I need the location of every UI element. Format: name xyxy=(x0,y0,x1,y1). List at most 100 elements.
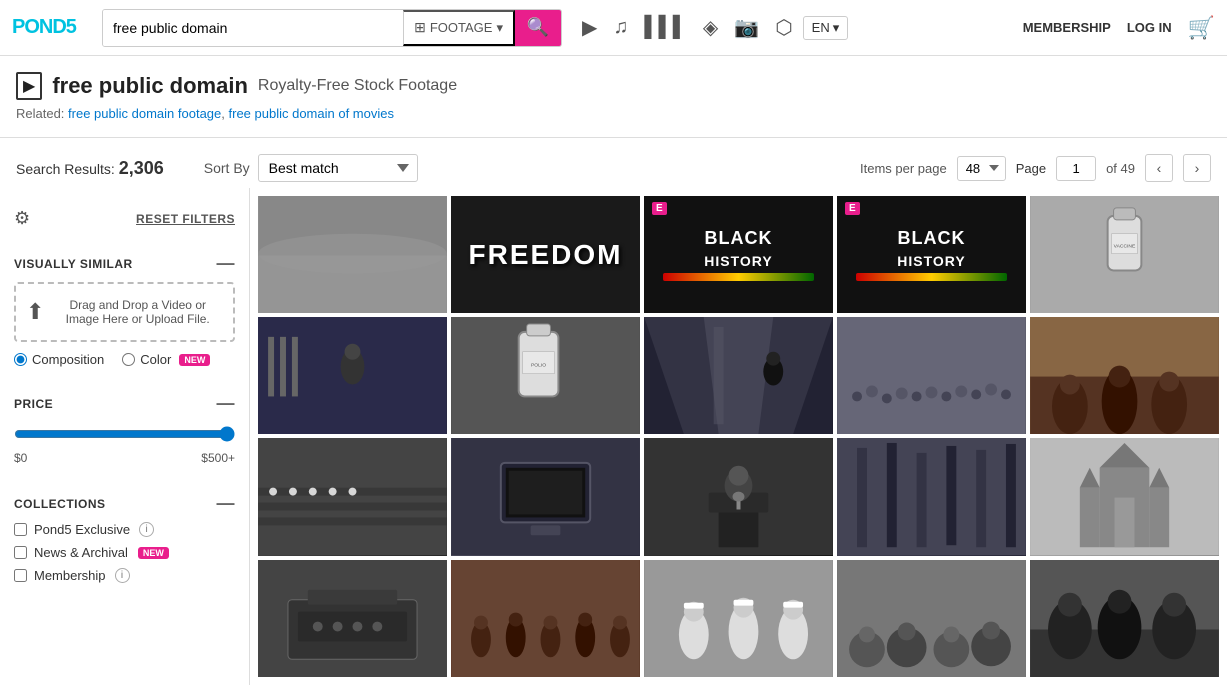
thumbnail xyxy=(644,317,833,434)
grid-item[interactable] xyxy=(644,438,833,555)
membership-button[interactable]: MEMBERSHIP xyxy=(1023,20,1111,35)
page-subtitle: Royalty-Free Stock Footage xyxy=(258,77,457,95)
grid-item[interactable]: FREEDOM xyxy=(451,196,640,313)
news-archival-new-badge: NEW xyxy=(138,547,169,559)
thumbnail xyxy=(258,196,447,313)
grid-item[interactable] xyxy=(644,560,833,677)
header-right: MEMBERSHIP LOG IN 🛒 xyxy=(1023,15,1215,41)
price-range-labels: $0 $500+ xyxy=(14,451,235,465)
audio-icon[interactable]: ▌▌▌ xyxy=(644,16,687,39)
thumbnail xyxy=(1030,317,1219,434)
thumbnail xyxy=(258,560,447,677)
price-section-title: PRICE — xyxy=(0,379,249,422)
filter-icon[interactable]: ⚙ xyxy=(14,208,30,229)
visually-similar-section: ⬆ Drag and Drop a Video or Image Here or… xyxy=(0,282,249,379)
thumbnail xyxy=(258,317,447,434)
upload-text: Drag and Drop a Video or Image Here or U… xyxy=(52,298,223,326)
collections-section: Pond5 Exclusive i News & Archival NEW Me… xyxy=(0,522,249,605)
grid-item[interactable] xyxy=(258,317,447,434)
per-page-label: Items per page xyxy=(860,161,947,176)
membership-label: Membership xyxy=(34,568,106,583)
grid-item[interactable] xyxy=(644,317,833,434)
membership-checkbox[interactable]: Membership i xyxy=(14,568,235,583)
pond5-exclusive-info[interactable]: i xyxy=(139,522,154,537)
visually-similar-section-title: VISUALLY SIMILAR — xyxy=(0,239,249,282)
price-range-slider[interactable] xyxy=(14,426,235,442)
motion-icon[interactable]: ◈ xyxy=(703,15,718,40)
grid-item[interactable] xyxy=(258,196,447,313)
reset-filters-button[interactable]: RESET FILTERS xyxy=(136,212,235,226)
pond5-exclusive-label: Pond5 Exclusive xyxy=(34,522,130,537)
thumbnail xyxy=(837,317,1026,434)
grid-item[interactable]: POLIO xyxy=(451,317,640,434)
next-page-button[interactable]: › xyxy=(1183,154,1211,182)
sort-select[interactable]: Best match Newest Oldest Most Downloaded xyxy=(258,154,418,182)
grid-item[interactable]: VACCINE xyxy=(1030,196,1219,313)
thumbnail xyxy=(1030,438,1219,555)
login-button[interactable]: LOG IN xyxy=(1127,20,1172,35)
grid-item[interactable] xyxy=(837,560,1026,677)
color-radio[interactable]: Color NEW xyxy=(122,352,210,367)
page-input[interactable] xyxy=(1056,156,1096,181)
price-label: PRICE xyxy=(14,397,53,411)
result-title: ▶ free public domain Royalty-Free Stock … xyxy=(16,72,1211,100)
header: POND5 ⊞ FOOTAGE ▾ 🔍 ▶ ♫ ▌▌▌ ◈ 📷 ⬡ EN ▾ M… xyxy=(0,0,1227,56)
search-type-chevron: ▾ xyxy=(496,20,503,36)
grid-item[interactable] xyxy=(1030,560,1219,677)
result-header: ▶ free public domain Royalty-Free Stock … xyxy=(0,56,1227,127)
sort-label: Sort By xyxy=(204,160,250,176)
thumbnail xyxy=(451,560,640,677)
visually-similar-toggle[interactable]: — xyxy=(217,253,236,274)
related-link-movies[interactable]: free public domain of movies xyxy=(229,106,394,121)
grid-item[interactable] xyxy=(451,560,640,677)
collections-toggle[interactable]: — xyxy=(217,493,236,514)
thumbnail xyxy=(837,560,1026,677)
related-link-footage[interactable]: free public domain footage xyxy=(68,106,221,121)
pagination-section: Items per page 48 24 96 Page of 49 ‹ › xyxy=(860,154,1211,182)
header-icons: ▶ ♫ ▌▌▌ ◈ 📷 ⬡ xyxy=(582,15,793,40)
toolbar: Search Results: 2,306 Sort By Best match… xyxy=(0,148,1227,188)
video-icon[interactable]: ▶ xyxy=(582,15,597,40)
search-submit-button[interactable]: 🔍 xyxy=(515,9,561,47)
logo[interactable]: POND5 xyxy=(12,16,92,39)
page-label: Page xyxy=(1016,161,1046,176)
prev-page-button[interactable]: ‹ xyxy=(1145,154,1173,182)
upload-drop-area[interactable]: ⬆ Drag and Drop a Video or Image Here or… xyxy=(14,282,235,342)
grid-item[interactable] xyxy=(1030,438,1219,555)
search-input[interactable] xyxy=(103,10,403,46)
pond5-exclusive-checkbox[interactable]: Pond5 Exclusive i xyxy=(14,522,235,537)
composition-label: Composition xyxy=(32,352,104,367)
per-page-select[interactable]: 48 24 96 xyxy=(957,156,1006,181)
search-bar: ⊞ FOOTAGE ▾ 🔍 xyxy=(102,9,562,47)
grid-item[interactable] xyxy=(451,438,640,555)
membership-info[interactable]: i xyxy=(115,568,130,583)
grid-item[interactable] xyxy=(837,317,1026,434)
grid-item[interactable]: BLACK HISTORY E xyxy=(837,196,1026,313)
grid-item[interactable] xyxy=(258,438,447,555)
color-new-badge: NEW xyxy=(179,354,210,366)
grid-item[interactable] xyxy=(1030,317,1219,434)
thumbnail xyxy=(837,438,1026,555)
photo-icon[interactable]: 📷 xyxy=(734,15,759,40)
3d-icon[interactable]: ⬡ xyxy=(775,15,792,40)
thumbnail: BLACK HISTORY E xyxy=(837,196,1026,313)
language-selector[interactable]: EN ▾ xyxy=(803,16,849,40)
grid-item[interactable]: BLACK HISTORY E xyxy=(644,196,833,313)
grid-item[interactable] xyxy=(258,560,447,677)
related-label: Related: xyxy=(16,106,64,121)
search-query: free public domain xyxy=(52,73,248,99)
grid-item[interactable] xyxy=(837,438,1026,555)
thumbnail xyxy=(451,438,640,555)
cart-icon[interactable]: 🛒 xyxy=(1188,15,1215,41)
search-magnifier-icon: 🔍 xyxy=(527,17,549,38)
news-archival-checkbox[interactable]: News & Archival NEW xyxy=(14,545,235,560)
price-toggle[interactable]: — xyxy=(217,393,236,414)
composition-radio[interactable]: Composition xyxy=(14,352,104,367)
related-links: Related: free public domain footage, fre… xyxy=(16,106,1211,121)
search-type-button[interactable]: ⊞ FOOTAGE ▾ xyxy=(403,10,515,46)
music-icon[interactable]: ♫ xyxy=(613,16,628,39)
svg-text:POLIO: POLIO xyxy=(531,363,546,369)
search-type-label: FOOTAGE xyxy=(430,20,493,35)
lang-chevron: ▾ xyxy=(833,20,840,36)
thumbnail xyxy=(644,438,833,555)
